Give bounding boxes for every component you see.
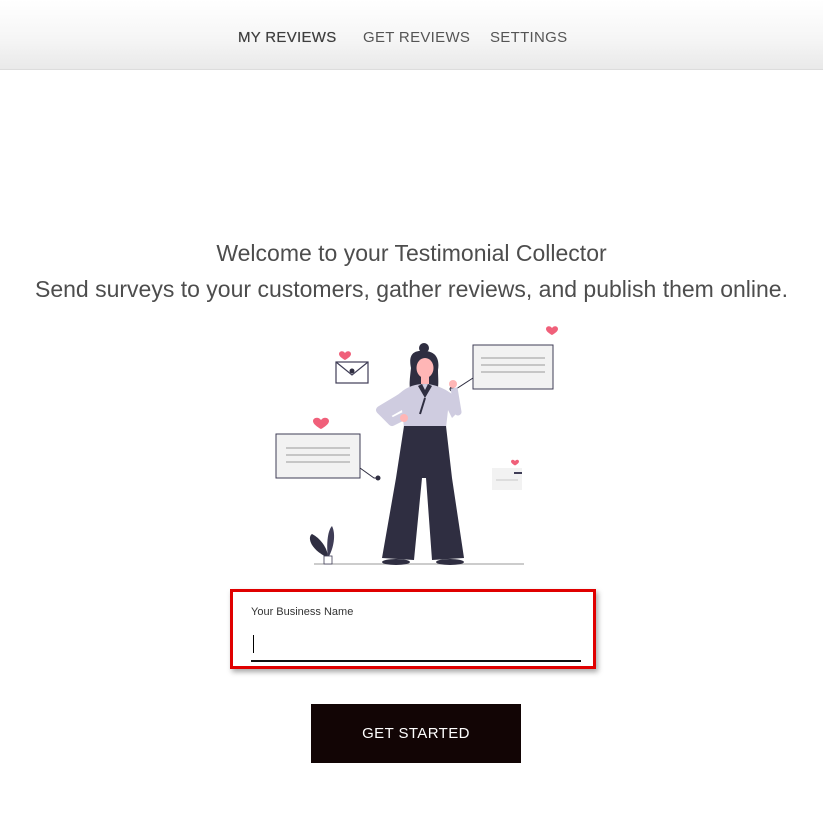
heart-icon [313,417,329,429]
get-started-button[interactable]: GET STARTED [311,704,521,763]
business-name-input[interactable] [251,628,581,662]
business-name-label: Your Business Name [251,606,354,618]
text-caret [253,635,254,653]
small-card-icon [492,468,522,490]
nav-settings[interactable]: SETTINGS [490,29,567,46]
heart-icon [546,326,558,335]
nav-my-reviews[interactable]: MY REVIEWS [238,29,337,46]
welcome-title: Welcome to your Testimonial Collector [216,240,607,266]
plant-icon [309,526,335,565]
top-navigation-bar: MY REVIEWS GET REVIEWS SETTINGS [0,0,823,70]
person-figure [376,343,464,565]
envelope-icon [335,361,369,384]
message-card-icon [449,344,554,392]
welcome-subtitle: Send surveys to your customers, gather r… [35,276,788,302]
business-name-field-highlight: Your Business Name [230,589,596,669]
heart-icon [339,351,351,360]
message-card-icon [275,433,381,481]
heart-icon [511,459,519,466]
nav-get-reviews[interactable]: GET REVIEWS [363,29,470,46]
testimonial-illustration [275,326,558,565]
